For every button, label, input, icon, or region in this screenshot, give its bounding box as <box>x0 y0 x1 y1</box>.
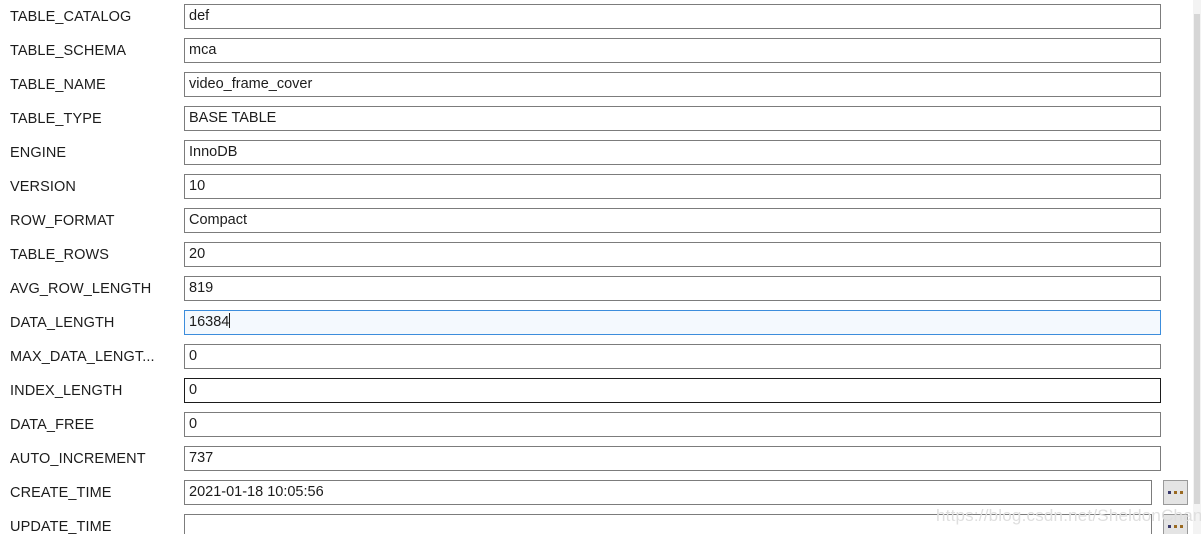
property-label-avg-row-length: AVG_ROW_LENGTH <box>10 281 152 297</box>
property-label-auto-increment: AUTO_INCREMENT <box>10 451 146 467</box>
property-label-table-name: TABLE_NAME <box>10 77 106 93</box>
property-field-wrap: 0 <box>184 378 1161 403</box>
property-input-row-format[interactable]: Compact <box>184 208 1161 233</box>
property-row: AVG_ROW_LENGTH 819 <box>0 272 1193 306</box>
property-input-data-length[interactable]: 16384 <box>184 310 1161 335</box>
property-row: TABLE_SCHEMA mca <box>0 34 1193 68</box>
property-row: MAX_DATA_LENGT... 0 <box>0 340 1193 374</box>
property-field-wrap: 737 <box>184 446 1161 471</box>
property-input-version[interactable]: 10 <box>184 174 1161 199</box>
property-input-table-type[interactable]: BASE TABLE <box>184 106 1161 131</box>
property-row: ENGINE InnoDB <box>0 136 1193 170</box>
property-value: InnoDB <box>189 144 238 160</box>
property-value: mca <box>189 42 217 58</box>
property-field-wrap: 819 <box>184 276 1161 301</box>
scrollbar-thumb[interactable] <box>1194 14 1200 504</box>
property-value: 20 <box>189 246 206 262</box>
browse-ellipsis-button[interactable] <box>1163 514 1188 534</box>
property-label-table-schema: TABLE_SCHEMA <box>10 43 127 59</box>
property-label-data-free: DATA_FREE <box>10 417 95 433</box>
property-field-wrap: 20 <box>184 242 1161 267</box>
ellipsis-dot-icon <box>1168 491 1171 494</box>
property-field-wrap: BASE TABLE <box>184 106 1161 131</box>
property-field-wrap: Compact <box>184 208 1161 233</box>
property-value: def <box>189 8 210 24</box>
property-input-auto-increment[interactable]: 737 <box>184 446 1161 471</box>
property-field-wrap: def <box>184 4 1161 29</box>
property-label-table-rows: TABLE_ROWS <box>10 247 110 263</box>
property-field-wrap: 0 <box>184 344 1161 369</box>
property-label-index-length: INDEX_LENGTH <box>10 383 123 399</box>
property-field-wrap: 2021-01-18 10:05:56 <box>184 480 1152 505</box>
property-value: 2021-01-18 10:05:56 <box>189 484 324 500</box>
property-value: 0 <box>189 348 198 364</box>
property-row: CREATE_TIME 2021-01-18 10:05:56 <box>0 476 1193 510</box>
property-field-wrap: InnoDB <box>184 140 1161 165</box>
vertical-scrollbar[interactable] <box>1193 0 1201 534</box>
property-row: TABLE_ROWS 20 <box>0 238 1193 272</box>
property-row: DATA_LENGTH 16384 <box>0 306 1193 340</box>
ellipsis-dot-icon <box>1174 491 1177 494</box>
property-label-data-length: DATA_LENGTH <box>10 315 115 331</box>
property-input-table-name[interactable]: video_frame_cover <box>184 72 1161 97</box>
property-value: 16384 <box>189 314 230 330</box>
property-input-index-length[interactable]: 0 <box>184 378 1161 403</box>
property-row: VERSION 10 <box>0 170 1193 204</box>
property-row: TABLE_NAME video_frame_cover <box>0 68 1193 102</box>
property-input-table-rows[interactable]: 20 <box>184 242 1161 267</box>
ellipsis-dot-icon <box>1180 525 1183 528</box>
property-field-wrap: mca <box>184 38 1161 63</box>
property-value: 10 <box>189 178 206 194</box>
property-input-data-free[interactable]: 0 <box>184 412 1161 437</box>
property-row: TABLE_CATALOG def <box>0 0 1193 34</box>
property-input-table-catalog[interactable]: def <box>184 4 1161 29</box>
property-row: DATA_FREE 0 <box>0 408 1193 442</box>
property-value: 0 <box>189 382 198 398</box>
property-value: Compact <box>189 212 248 228</box>
property-field-wrap: 0 <box>184 412 1161 437</box>
property-grid: TABLE_CATALOG def TABLE_SCHEMA mca TABLE_NAM… <box>0 0 1193 534</box>
property-input-engine[interactable]: InnoDB <box>184 140 1161 165</box>
property-field-wrap: video_frame_cover <box>184 72 1161 97</box>
property-value: video_frame_cover <box>189 76 313 92</box>
property-row: ROW_FORMAT Compact <box>0 204 1193 238</box>
browse-ellipsis-button[interactable] <box>1163 480 1188 505</box>
property-label-create-time: CREATE_TIME <box>10 485 112 501</box>
ellipsis-dot-icon <box>1174 525 1177 528</box>
property-label-max-data-lengt: MAX_DATA_LENGT... <box>10 349 155 365</box>
ellipsis-dot-icon <box>1180 491 1183 494</box>
property-input-max-data-lengt[interactable]: 0 <box>184 344 1161 369</box>
property-value: BASE TABLE <box>189 110 277 126</box>
property-label-row-format: ROW_FORMAT <box>10 213 115 229</box>
property-label-table-catalog: TABLE_CATALOG <box>10 9 132 25</box>
ellipsis-dot-icon <box>1168 525 1171 528</box>
property-label-version: VERSION <box>10 179 76 195</box>
property-value: 0 <box>189 416 198 432</box>
property-value: 737 <box>189 450 214 466</box>
property-field-wrap: 16384 <box>184 310 1161 335</box>
property-row: UPDATE_TIME <box>0 510 1193 534</box>
property-row: AUTO_INCREMENT 737 <box>0 442 1193 476</box>
property-input-table-schema[interactable]: mca <box>184 38 1161 63</box>
property-input-create-time[interactable]: 2021-01-18 10:05:56 <box>184 480 1152 505</box>
property-input-avg-row-length[interactable]: 819 <box>184 276 1161 301</box>
property-label-update-time: UPDATE_TIME <box>10 519 112 534</box>
property-field-wrap: 10 <box>184 174 1161 199</box>
property-value: 819 <box>189 280 214 296</box>
property-field-wrap <box>184 514 1152 534</box>
property-input-update-time[interactable] <box>184 514 1152 534</box>
property-row: INDEX_LENGTH 0 <box>0 374 1193 408</box>
property-label-engine: ENGINE <box>10 145 67 161</box>
property-row: TABLE_TYPE BASE TABLE <box>0 102 1193 136</box>
property-label-table-type: TABLE_TYPE <box>10 111 102 127</box>
text-caret <box>229 313 231 328</box>
